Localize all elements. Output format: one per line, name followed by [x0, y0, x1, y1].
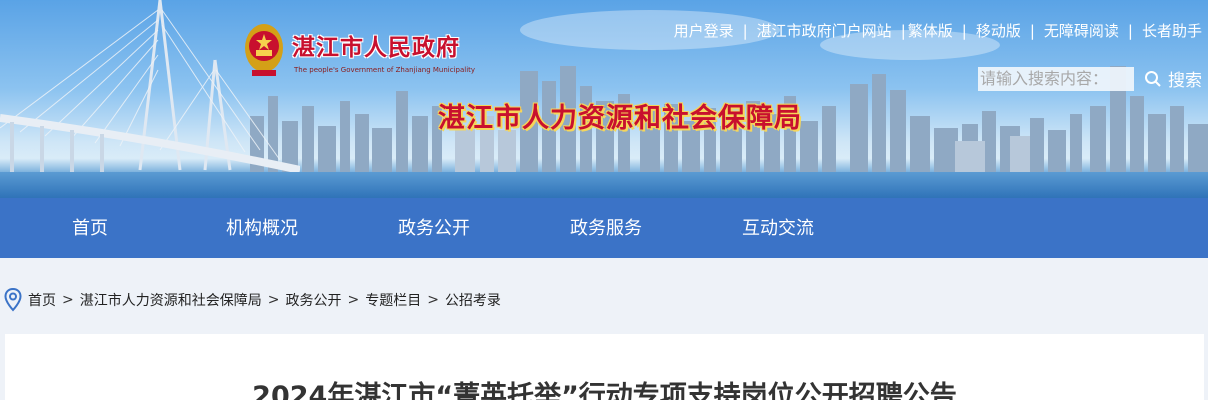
separator: |: [961, 22, 967, 40]
breadcrumb-recruitment[interactable]: 公招考录: [445, 290, 501, 310]
breadcrumb-separator: >: [347, 292, 360, 308]
breadcrumb: 首页 > 湛江市人力资源和社会保障局 > 政务公开 > 专题栏目 > 公招考录: [0, 284, 501, 316]
breadcrumb-separator: >: [62, 292, 74, 308]
gov-name-en: The people's Government of Zhanjiang Mun…: [294, 66, 476, 74]
breadcrumb-separator: >: [427, 292, 439, 308]
traditional-chinese-link[interactable]: 繁体版: [908, 22, 953, 40]
bureau-name: 湛江市人力资源和社会保障局: [438, 103, 802, 134]
national-emblem-icon: [245, 24, 283, 76]
search-button-label: 搜索: [1168, 71, 1202, 91]
main-nav: 首页 机构概况 政务公开 政务服务 互动交流: [0, 198, 1208, 258]
location-pin-icon: [4, 288, 22, 312]
header-banner: 湛江市人民政府 The people's Government of Zhanj…: [0, 0, 1208, 198]
gov-name: 湛江市人民政府: [292, 35, 460, 61]
water-strip: [0, 172, 1208, 198]
nav-item-gov-affairs[interactable]: 政务公开: [398, 198, 470, 258]
mobile-version-link[interactable]: 移动版: [976, 22, 1021, 40]
breadcrumb-gov-affairs[interactable]: 政务公开: [285, 290, 341, 310]
nav-item-overview[interactable]: 机构概况: [226, 198, 298, 258]
elder-assistant-link[interactable]: 长者助手: [1142, 22, 1202, 40]
breadcrumb-bureau[interactable]: 湛江市人力资源和社会保障局: [80, 290, 262, 310]
separator: |: [1029, 22, 1035, 40]
separator: |: [742, 22, 748, 40]
article-panel: 2024年湛江市“菁英托举”行动专项支持岗位公开招聘公告: [5, 334, 1204, 400]
nav-item-services[interactable]: 政务服务: [570, 198, 642, 258]
nav-item-interaction[interactable]: 互动交流: [742, 198, 814, 258]
search-button[interactable]: 搜索: [1144, 66, 1202, 91]
nav-item-home[interactable]: 首页: [72, 198, 108, 258]
separator: |: [900, 22, 906, 40]
search-bar: 搜索: [978, 66, 1202, 91]
article-title: 2024年湛江市“菁英托举”行动专项支持岗位公开招聘公告: [252, 381, 957, 400]
search-input[interactable]: [978, 66, 1134, 91]
breadcrumb-home[interactable]: 首页: [28, 290, 56, 310]
breadcrumb-separator: >: [267, 292, 280, 308]
top-links: 用户登录 | 湛江市政府门户网站 | 繁体版 | 移动版 | 无障碍阅读 | 长者助手: [674, 20, 1202, 41]
accessible-reading-link[interactable]: 无障碍阅读: [1044, 22, 1119, 40]
login-link[interactable]: 用户登录: [674, 22, 734, 40]
portal-link[interactable]: 湛江市政府门户网站: [757, 22, 892, 40]
search-icon: [1145, 70, 1161, 87]
separator: |: [1127, 22, 1133, 40]
breadcrumb-special-topics[interactable]: 专题栏目: [365, 290, 421, 310]
